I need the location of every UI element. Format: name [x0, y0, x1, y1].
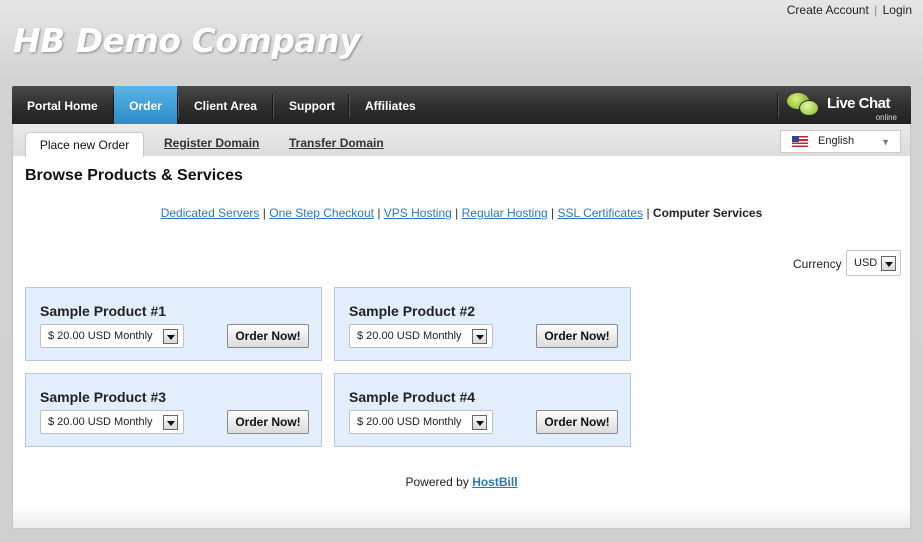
nav-item-affiliates[interactable]: Affiliates [365, 86, 416, 124]
category-separator: | [377, 206, 381, 220]
nav-divider [177, 94, 179, 118]
nav-divider [777, 94, 779, 118]
panel-bottom-fade [13, 506, 910, 528]
main-navbar: Portal Home Order Client Area Support Af… [12, 86, 911, 124]
product-name: Sample Product #4 [349, 389, 476, 405]
nav-item-support[interactable]: Support [289, 86, 335, 124]
product-card: Sample Product #1 $ 20.00 USD Monthly Or… [25, 287, 322, 361]
current-category: Computer Services [652, 206, 763, 220]
order-now-button[interactable]: Order Now! [227, 324, 309, 348]
main-content: Place new Order Register Domain Transfer… [12, 124, 911, 529]
order-now-button[interactable]: Order Now! [536, 410, 618, 434]
page-title: Browse Products & Services [25, 167, 243, 184]
billing-cycle-value: $ 20.00 USD Monthly [357, 330, 462, 342]
powered-by: Powered by HostBill [13, 475, 910, 489]
currency-value: USD [854, 257, 878, 269]
login-link[interactable]: Login [883, 3, 912, 17]
nav-divider [348, 94, 350, 118]
create-account-link[interactable]: Create Account [787, 3, 869, 17]
hostbill-link[interactable]: HostBill [472, 475, 517, 489]
top-links-separator: | [874, 3, 878, 17]
product-card: Sample Product #2 $ 20.00 USD Monthly Or… [334, 287, 631, 361]
category-link-vps-hosting[interactable]: VPS Hosting [384, 206, 452, 220]
category-links: Dedicated Servers | One Step Checkout | … [13, 206, 910, 220]
us-flag-icon [792, 136, 808, 147]
product-name: Sample Product #3 [40, 389, 167, 405]
product-name: Sample Product #1 [40, 303, 167, 319]
billing-cycle-value: $ 20.00 USD Monthly [48, 416, 153, 428]
chevron-down-icon: ▼ [881, 137, 890, 147]
chat-bubble-icon [799, 100, 819, 116]
billing-cycle-select[interactable]: $ 20.00 USD Monthly [40, 324, 184, 348]
dropdown-arrow-icon[interactable] [163, 415, 178, 430]
currency-select[interactable]: USD [846, 250, 901, 276]
category-separator: | [455, 206, 459, 220]
product-name: Sample Product #2 [349, 303, 476, 319]
product-card: Sample Product #4 $ 20.00 USD Monthly Or… [334, 373, 631, 447]
dropdown-arrow-icon[interactable] [881, 256, 896, 271]
billing-cycle-select[interactable]: $ 20.00 USD Monthly [349, 410, 493, 434]
live-chat-status: online [875, 113, 897, 122]
nav-item-portal-home[interactable]: Portal Home [27, 86, 98, 124]
category-link-regular-hosting[interactable]: Regular Hosting [462, 206, 548, 220]
language-label: English [818, 135, 855, 147]
language-select[interactable]: English ▼ [780, 130, 901, 153]
billing-cycle-select[interactable]: $ 20.00 USD Monthly [349, 324, 493, 348]
billing-cycle-value: $ 20.00 USD Monthly [48, 330, 153, 342]
category-link-ssl-certificates[interactable]: SSL Certificates [558, 206, 644, 220]
category-separator: | [262, 206, 266, 220]
nav-divider [272, 94, 274, 118]
category-separator: | [646, 206, 650, 220]
billing-cycle-select[interactable]: $ 20.00 USD Monthly [40, 410, 184, 434]
product-card: Sample Product #3 $ 20.00 USD Monthly Or… [25, 373, 322, 447]
currency-label: Currency [793, 257, 842, 271]
nav-item-client-area[interactable]: Client Area [194, 86, 257, 124]
live-chat-button[interactable]: Live Chat online [787, 90, 897, 122]
company-logo[interactable]: HB Demo Company [13, 21, 361, 60]
powered-by-label: Powered by [405, 475, 469, 489]
category-separator: | [551, 206, 555, 220]
top-links: Create Account | Login [787, 3, 912, 17]
tab-register-domain[interactable]: Register Domain [164, 136, 259, 150]
nav-item-order[interactable]: Order [114, 86, 177, 124]
order-now-button[interactable]: Order Now! [536, 324, 618, 348]
tab-transfer-domain[interactable]: Transfer Domain [289, 136, 384, 150]
dropdown-arrow-icon[interactable] [472, 415, 487, 430]
category-link-one-step-checkout[interactable]: One Step Checkout [269, 206, 374, 220]
billing-cycle-value: $ 20.00 USD Monthly [357, 416, 462, 428]
live-chat-title: Live Chat [827, 95, 891, 112]
category-link-dedicated-servers[interactable]: Dedicated Servers [161, 206, 260, 220]
order-subtabs: Place new Order Register Domain Transfer… [13, 124, 910, 157]
tab-place-new-order[interactable]: Place new Order [25, 132, 144, 157]
order-now-button[interactable]: Order Now! [227, 410, 309, 434]
dropdown-arrow-icon[interactable] [163, 329, 178, 344]
dropdown-arrow-icon[interactable] [472, 329, 487, 344]
